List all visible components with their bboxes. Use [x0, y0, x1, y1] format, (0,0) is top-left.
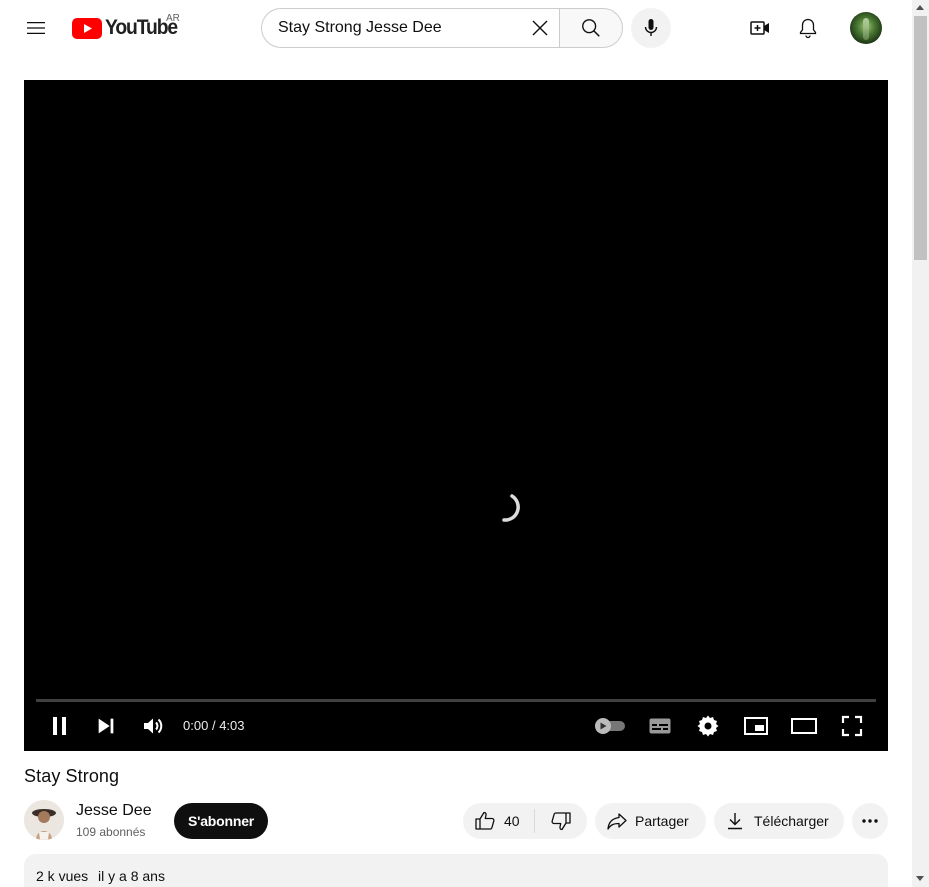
menu-icon [27, 22, 45, 34]
autoplay-toggle-icon [595, 718, 625, 734]
settings-button[interactable] [692, 710, 724, 742]
view-count: 2 k vues [36, 868, 89, 884]
download-icon [728, 813, 742, 830]
close-icon [532, 20, 548, 36]
pause-icon [53, 717, 66, 735]
account-avatar[interactable] [850, 12, 882, 44]
miniplayer-button[interactable] [740, 710, 772, 742]
thumbs-down-icon [551, 812, 571, 831]
clear-search-button[interactable] [524, 12, 556, 44]
subscriber-count: 109 abonnés [76, 825, 146, 839]
theater-mode-button[interactable] [788, 710, 820, 742]
search-button[interactable] [559, 8, 623, 48]
volume-icon [144, 718, 163, 734]
country-code: AR [166, 13, 180, 24]
share-label: Partager [635, 813, 689, 829]
thumbs-up-icon [475, 811, 495, 830]
channel-name[interactable]: Jesse Dee [76, 802, 152, 820]
youtube-watch-page: YouTube AR Stay Strong Jesse Dee 0:00 / … [0, 0, 929, 887]
like-button[interactable]: 40 [463, 803, 535, 839]
description-meta: 2 k vues il y a 8 ans [36, 868, 171, 884]
time-separator: / [211, 718, 216, 733]
scroll-down-arrow-icon[interactable] [916, 876, 924, 881]
masthead: YouTube AR [0, 0, 912, 56]
search-input[interactable] [278, 19, 518, 37]
fullscreen-icon [841, 715, 863, 737]
volume-button[interactable] [137, 710, 169, 742]
create-button[interactable] [740, 8, 780, 48]
subtitles-icon [649, 718, 671, 734]
gear-icon [697, 715, 719, 737]
voice-search-button[interactable] [631, 8, 671, 48]
search-icon [582, 19, 600, 37]
subtitles-button[interactable] [644, 710, 676, 742]
notifications-button[interactable] [788, 8, 828, 48]
microphone-icon [644, 19, 658, 36]
time-display: 0:00 / 4:03 [183, 718, 245, 733]
search-box [261, 8, 560, 48]
fullscreen-button[interactable] [836, 710, 868, 742]
description-box[interactable]: 2 k vues il y a 8 ans [24, 854, 888, 887]
like-count: 40 [504, 813, 520, 829]
time-current: 0:00 [183, 718, 209, 733]
publish-date: il y a 8 ans [98, 868, 165, 884]
youtube-play-logo-icon [72, 17, 102, 39]
more-horizontal-icon [862, 819, 878, 823]
menu-button[interactable] [16, 8, 56, 48]
more-actions-button[interactable] [852, 803, 888, 839]
next-button[interactable] [90, 710, 122, 742]
share-button[interactable]: Partager [595, 803, 706, 839]
player-controls: 0:00 / 4:03 [24, 702, 888, 751]
miniplayer-icon [744, 717, 768, 735]
channel-avatar[interactable] [24, 800, 64, 840]
bell-icon [799, 18, 817, 39]
video-title: Stay Strong [24, 766, 120, 786]
share-icon [607, 813, 627, 830]
page-scrollbar[interactable] [912, 0, 929, 887]
like-dislike-group: 40 [463, 803, 587, 839]
scrollbar-thumb[interactable] [914, 16, 927, 260]
download-button[interactable]: Télécharger [714, 803, 844, 839]
time-total: 4:03 [219, 718, 245, 733]
download-label: Télécharger [754, 813, 829, 829]
dislike-button[interactable] [535, 803, 587, 839]
pause-button[interactable] [44, 710, 76, 742]
loading-spinner-icon [502, 494, 520, 522]
video-player[interactable]: 0:00 / 4:03 [24, 80, 888, 751]
subscribe-button[interactable]: S'abonner [174, 803, 268, 839]
theater-mode-icon [791, 718, 817, 734]
create-video-icon [750, 21, 769, 35]
channel-avatar-image [24, 800, 64, 840]
scroll-up-arrow-icon[interactable] [916, 5, 924, 10]
autoplay-toggle[interactable] [592, 710, 628, 742]
skip-next-icon [98, 718, 114, 734]
